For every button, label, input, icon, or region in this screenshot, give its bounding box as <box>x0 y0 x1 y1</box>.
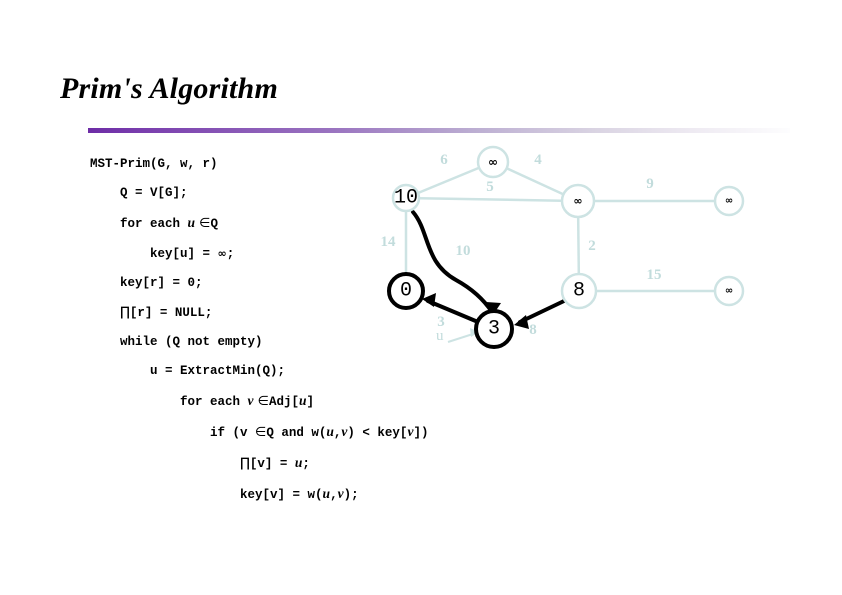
pseudocode-token: ]) <box>413 426 429 440</box>
pseudocode-token: ∏ <box>120 305 130 320</box>
pseudocode-token: Q = V[G]; <box>120 186 188 200</box>
pseudocode-token: ∈ <box>255 425 267 440</box>
pseudocode-token: ∞ <box>217 247 227 260</box>
pseudocode-token: u <box>187 215 196 230</box>
title-divider-rule <box>88 128 790 133</box>
pseudocode-token: key[u] = <box>150 247 218 261</box>
pseudocode-token: ; <box>226 247 235 261</box>
pseudocode-token: ) < key[ <box>347 426 408 440</box>
graph-svg: ∞ 10 ∞ ∞ 0 8 ∞ 3 6 4 5 9 14 2 15 8 3 10 u <box>381 145 745 349</box>
graph-edge-weight: 6 <box>440 152 448 168</box>
pseudocode-token: [r] = NULL; <box>129 306 213 320</box>
pseudocode-token: Adj[ <box>269 395 300 409</box>
pseudocode-token: ∈ <box>195 216 211 231</box>
pseudocode-token: [v] = <box>249 457 295 471</box>
graph-edge <box>576 216 581 275</box>
graph-node-label: ∞ <box>725 286 733 297</box>
pseudocode-token: ∈ <box>253 394 269 409</box>
pseudocode-token: Q <box>210 217 219 231</box>
pseudocode-line: ∏[v] = u; <box>90 448 428 479</box>
graph-diagram: ∞ 10 ∞ ∞ 0 8 ∞ 3 6 4 5 9 14 2 15 8 3 10 u <box>360 140 830 370</box>
graph-node-label: ∞ <box>488 155 498 169</box>
graph-node-label: 10 <box>394 187 418 210</box>
graph-edge-weight: 15 <box>647 267 662 283</box>
arrow-ten-to-three <box>411 210 494 314</box>
pseudocode-token: , <box>330 488 338 502</box>
graph-edges-layer <box>404 166 715 293</box>
pseudocode-token: key[r] = 0; <box>120 276 203 290</box>
pseudocode-token: u = ExtractMin(Q); <box>150 364 286 378</box>
pseudocode-token: Q and w( <box>266 426 327 440</box>
pseudocode-line: for each v ∈Adj[u] <box>90 386 428 417</box>
pseudocode-token: key[v] = w( <box>240 488 323 502</box>
graph-edge-weight: 10 <box>456 243 471 259</box>
pseudocode-token: ); <box>343 488 359 502</box>
graph-edge <box>418 196 563 202</box>
graph-node-label: ∞ <box>725 196 733 207</box>
graph-edge-weight: 14 <box>381 234 397 250</box>
pseudocode-token: for each <box>120 217 188 231</box>
pointer-label-u: u <box>436 328 444 344</box>
page-title: Prim's Algorithm <box>60 72 278 105</box>
graph-edge-weight: 9 <box>646 176 654 192</box>
pseudocode-token: MST-Prim(G, w, r) <box>90 157 218 171</box>
pseudocode-line: if (v ∈Q and w(u,v) < key[v]) <box>90 417 428 448</box>
pseudocode-token: if (v <box>210 426 256 440</box>
pseudocode-token: u <box>299 393 307 408</box>
graph-edge-weight: 5 <box>486 179 494 195</box>
graph-edge-weight: 4 <box>534 152 542 168</box>
graph-node-label: 8 <box>573 280 585 303</box>
slide-canvas: Prim's Algorithm MST-Prim(G, w, r) Q = V… <box>0 0 842 595</box>
pseudocode-token: ∏ <box>240 456 250 471</box>
graph-edge-labels-layer: 6 4 5 9 14 2 15 8 3 10 <box>381 152 662 338</box>
pseudocode-token: ] <box>306 395 315 409</box>
graph-edge <box>417 166 480 195</box>
pseudocode-token: u <box>322 486 331 501</box>
arrow-three-to-zero <box>426 299 480 324</box>
pseudocode-token: ; <box>302 457 310 471</box>
graph-edge-weight: 2 <box>588 238 596 254</box>
pseudocode-line: key[v] = w(u,v); <box>90 479 428 510</box>
graph-edge-weight: 8 <box>529 322 537 338</box>
graph-node-label: ∞ <box>573 195 582 208</box>
pseudocode-token: while (Q not empty) <box>120 335 263 349</box>
graph-node-label: 3 <box>488 318 500 341</box>
pseudocode-token: for each <box>180 395 248 409</box>
pseudocode-token: u <box>326 424 334 439</box>
graph-edge <box>506 167 564 196</box>
graph-node-label: 0 <box>400 280 412 303</box>
